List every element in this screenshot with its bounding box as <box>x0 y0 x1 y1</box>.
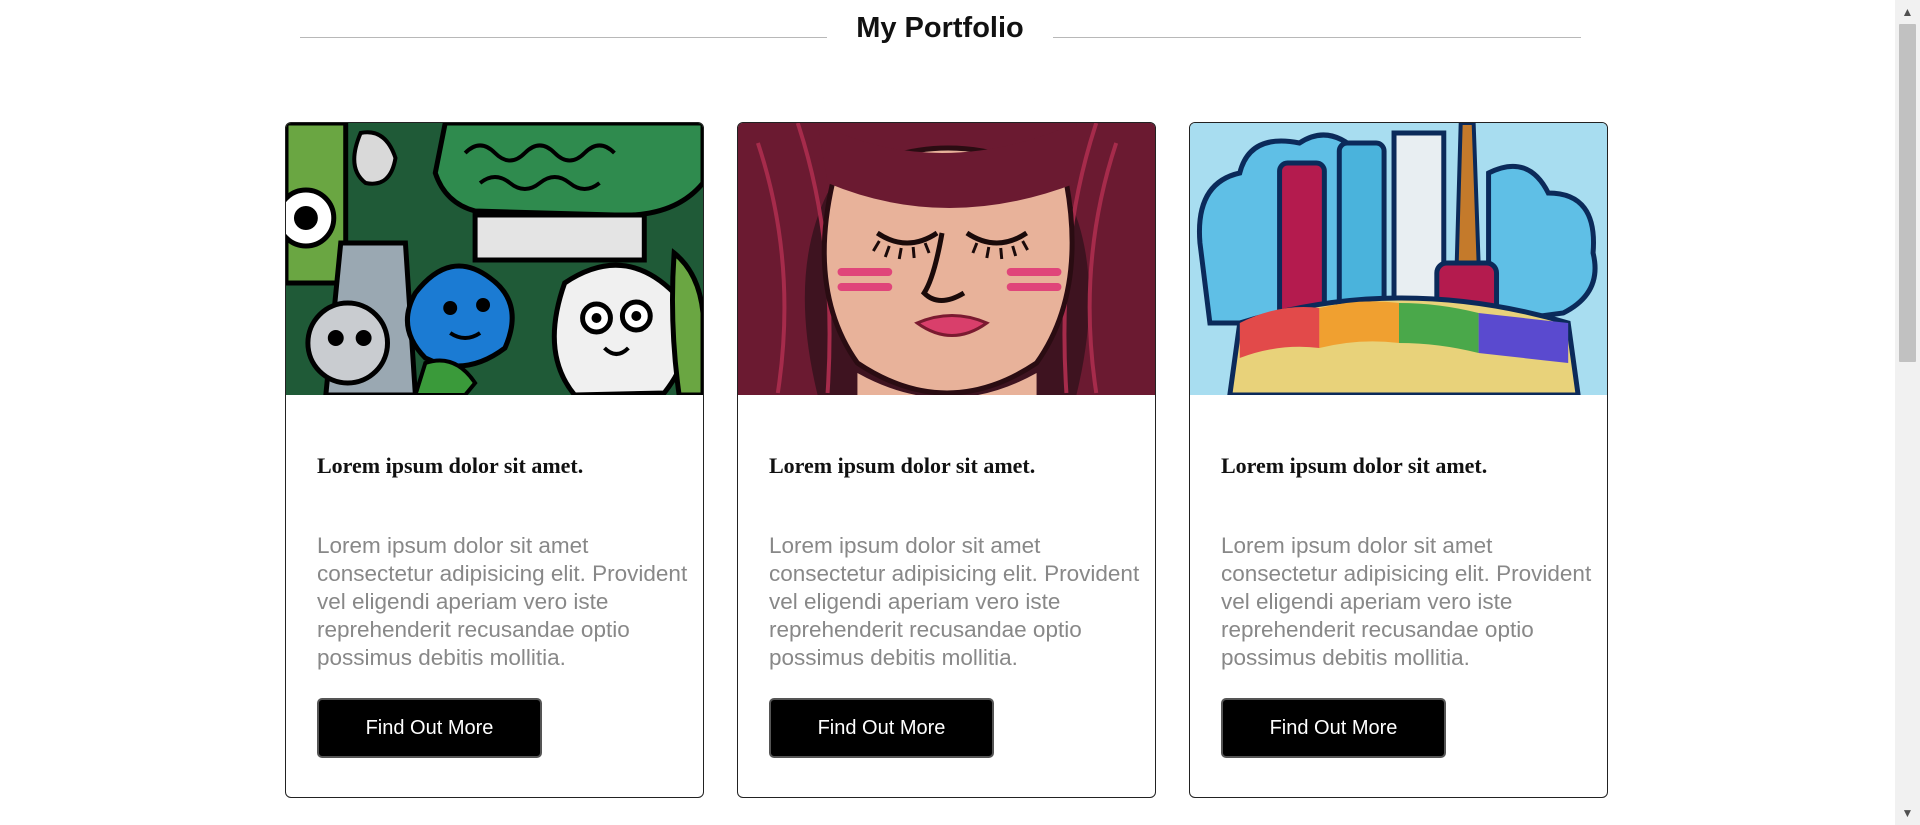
scrollbar-thumb[interactable] <box>1899 24 1916 362</box>
portfolio-header: My Portfolio <box>300 0 1581 70</box>
page: My Portfolio Lorem ipsum dolor sit amet.… <box>0 0 1920 825</box>
card-description: Lorem ipsum dolor sit amet consectetur a… <box>769 533 1140 670</box>
card-image-art-supplies <box>1190 123 1607 395</box>
portfolio-card: Lorem ipsum dolor sit amet. Lorem ipsum … <box>1189 122 1608 798</box>
scroll-down-arrow-icon[interactable]: ▼ <box>1895 803 1920 823</box>
scroll-up-arrow-icon[interactable]: ▲ <box>1895 2 1920 22</box>
card-title: Lorem ipsum dolor sit amet. <box>317 453 584 478</box>
header-divider-left <box>300 37 827 38</box>
find-out-more-button[interactable]: Find Out More <box>769 698 994 758</box>
find-out-more-button[interactable]: Find Out More <box>1221 698 1446 758</box>
find-out-more-button[interactable]: Find Out More <box>317 698 542 758</box>
portfolio-card: Lorem ipsum dolor sit amet. Lorem ipsum … <box>737 122 1156 798</box>
page-title: My Portfolio <box>856 12 1024 44</box>
card-image-doodle-creatures <box>286 123 703 395</box>
card-title: Lorem ipsum dolor sit amet. <box>769 453 1036 478</box>
card-title: Lorem ipsum dolor sit amet. <box>1221 453 1488 478</box>
card-image-girl-face <box>738 123 1155 395</box>
card-description: Lorem ipsum dolor sit amet consectetur a… <box>1221 533 1592 670</box>
portfolio-card: Lorem ipsum dolor sit amet. Lorem ipsum … <box>285 122 704 798</box>
portfolio-cards: Lorem ipsum dolor sit amet. Lorem ipsum … <box>285 122 1610 801</box>
card-description: Lorem ipsum dolor sit amet consectetur a… <box>317 533 688 670</box>
header-divider-right <box>1053 37 1581 38</box>
vertical-scrollbar[interactable]: ▲ ▼ <box>1895 0 1920 825</box>
